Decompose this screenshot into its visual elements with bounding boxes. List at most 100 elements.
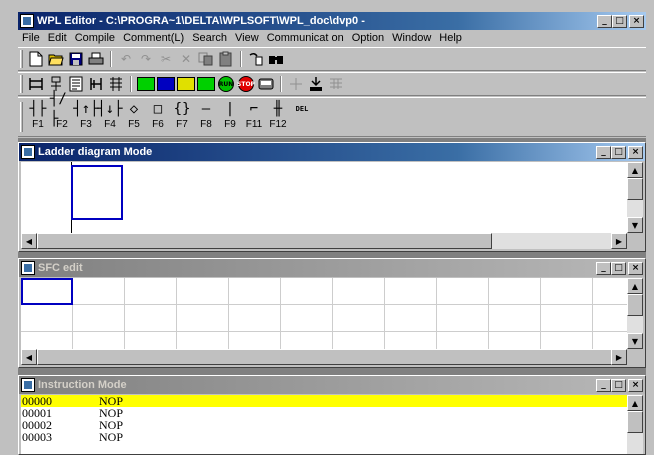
menu-communication[interactable]: Communicat on (263, 32, 348, 44)
f3-rising-edge-button[interactable]: ┤↑├ F3 (73, 99, 98, 135)
undo-icon[interactable]: ↶ (116, 49, 136, 69)
copy-icon[interactable] (196, 49, 216, 69)
sfc-close-button[interactable]: × (628, 261, 643, 275)
ladder-close-button[interactable]: × (628, 145, 643, 159)
toolbar-grip[interactable] (20, 101, 23, 133)
sfc-edit-window: SFC edit _ □ × ▲ ▼ ◀ ▶ (18, 258, 646, 368)
monitor-stop-icon[interactable] (196, 74, 216, 94)
f1-no-contact-button[interactable]: ┤├ F1 (26, 99, 50, 135)
sfc-window-icon[interactable] (21, 261, 35, 275)
delete-icon[interactable]: ✕ (176, 49, 196, 69)
scroll-down-icon[interactable]: ▼ (627, 217, 643, 233)
delete-element-button[interactable]: DEL (290, 99, 314, 135)
toolbar-grip[interactable] (20, 50, 23, 68)
menu-search[interactable]: Search (188, 32, 231, 44)
sfc-maximize-button[interactable]: □ (611, 261, 626, 275)
menu-file[interactable]: File (18, 32, 44, 44)
f4-falling-edge-button[interactable]: ┤↓├ F4 (97, 99, 122, 135)
ladder-edit-icon[interactable] (86, 74, 106, 94)
f12-pulse-contact-button[interactable]: ╫ F12 (266, 99, 290, 135)
close-button[interactable]: × (629, 14, 644, 28)
scroll-thumb[interactable] (37, 349, 617, 365)
instruction-titlebar[interactable]: Instruction Mode _ □ × (19, 376, 645, 394)
find-binoculars-icon[interactable] (266, 49, 286, 69)
sfc-cell-cursor[interactable] (21, 278, 73, 305)
sfc-minimize-button[interactable]: _ (596, 261, 611, 275)
menu-help[interactable]: Help (435, 32, 466, 44)
ladder-window-icon[interactable] (21, 145, 35, 159)
instruction-maximize-button[interactable]: □ (611, 378, 626, 392)
menu-option[interactable]: Option (348, 32, 388, 44)
save-icon[interactable] (66, 49, 86, 69)
instruction-minimize-button[interactable]: _ (596, 378, 611, 392)
stop-icon[interactable]: STOP (236, 74, 256, 94)
ladder-vertical-scrollbar[interactable]: ▲ ▼ (627, 162, 643, 233)
paste-icon[interactable] (216, 49, 236, 69)
f6-output-coil-button[interactable]: □ F6 (146, 99, 170, 135)
f9-vertical-line-button[interactable]: | F9 (218, 99, 242, 135)
instruction-list[interactable]: 00000 NOP 00001 NOP 00002 NOP 00003 NOP (21, 395, 627, 454)
scroll-thumb[interactable] (627, 294, 643, 316)
goto-icon[interactable] (246, 49, 266, 69)
resize-grip[interactable] (627, 233, 643, 249)
read-plc-icon[interactable] (136, 74, 156, 94)
compile-icon[interactable] (106, 74, 126, 94)
f2-nc-contact-button[interactable]: ┤/├ F2 (50, 91, 74, 135)
insert-line-icon[interactable] (286, 74, 306, 94)
f8-horizontal-line-button[interactable]: — F8 (194, 99, 218, 135)
f7-application-instruction-button[interactable]: {} F7 (170, 99, 194, 135)
cut-icon[interactable]: ✂ (156, 49, 176, 69)
toolbar-grip[interactable] (20, 75, 23, 93)
print-icon[interactable] (86, 49, 106, 69)
new-file-icon[interactable] (26, 49, 46, 69)
menu-bar: File Edit Compile Comment(L) Search View… (18, 30, 646, 46)
ladder-mode-icon[interactable] (26, 74, 46, 94)
instruction-row[interactable]: 00003 NOP (21, 431, 627, 443)
ladder-titlebar[interactable]: Ladder diagram Mode _ □ × (19, 143, 645, 161)
ladder-minimize-button[interactable]: _ (596, 145, 611, 159)
ladder-maximize-button[interactable]: □ (611, 145, 626, 159)
scroll-thumb[interactable] (37, 233, 492, 249)
f11-invert-line-button[interactable]: ⌐ F11 (242, 99, 266, 135)
write-plc-icon[interactable] (156, 74, 176, 94)
resize-grip[interactable] (627, 349, 643, 365)
scroll-left-icon[interactable]: ◀ (21, 233, 37, 249)
f5-inverse-button[interactable]: ◇ F5 (122, 99, 146, 135)
scroll-right-icon[interactable]: ▶ (611, 233, 627, 249)
grid-icon[interactable] (326, 74, 346, 94)
scroll-up-icon[interactable]: ▲ (627, 278, 643, 294)
monitor-icon[interactable] (176, 74, 196, 94)
main-titlebar[interactable]: WPL Editor - C:\PROGRA~1\DELTA\WPLSOFT\W… (18, 12, 646, 30)
menu-window[interactable]: Window (388, 32, 435, 44)
sfc-horizontal-scrollbar[interactable]: ◀ ▶ (21, 349, 627, 365)
scroll-up-icon[interactable]: ▲ (627, 162, 643, 178)
menu-view[interactable]: View (231, 32, 263, 44)
scroll-thumb[interactable] (627, 411, 643, 433)
scroll-down-icon[interactable]: ▼ (627, 333, 643, 349)
invert-line-icon: ⌐ (249, 101, 259, 117)
sfc-vertical-scrollbar[interactable]: ▲ ▼ (627, 278, 643, 349)
code-icon[interactable] (306, 74, 326, 94)
menu-compile[interactable]: Compile (71, 32, 119, 44)
scroll-thumb[interactable] (627, 178, 643, 200)
sfc-canvas[interactable] (21, 278, 627, 349)
instruction-window-icon[interactable] (21, 378, 35, 392)
ladder-cell-cursor[interactable] (71, 165, 123, 220)
minimize-button[interactable]: _ (597, 14, 612, 28)
instruction-close-button[interactable]: × (628, 378, 643, 392)
app-icon[interactable] (20, 14, 34, 28)
ladder-canvas[interactable] (21, 162, 627, 233)
scroll-up-icon[interactable]: ▲ (627, 395, 643, 411)
device-comment-icon[interactable] (256, 74, 276, 94)
redo-icon[interactable]: ↷ (136, 49, 156, 69)
menu-edit[interactable]: Edit (44, 32, 71, 44)
scroll-left-icon[interactable]: ◀ (21, 349, 37, 365)
open-folder-icon[interactable] (46, 49, 66, 69)
ladder-horizontal-scrollbar[interactable]: ◀ ▶ (21, 233, 627, 249)
run-icon[interactable]: RUN (216, 74, 236, 94)
menu-comment[interactable]: Comment(L) (119, 32, 188, 44)
instruction-vertical-scrollbar[interactable]: ▲ (627, 395, 643, 454)
scroll-right-icon[interactable]: ▶ (611, 349, 627, 365)
sfc-titlebar[interactable]: SFC edit _ □ × (19, 259, 645, 277)
maximize-button[interactable]: □ (612, 14, 627, 28)
